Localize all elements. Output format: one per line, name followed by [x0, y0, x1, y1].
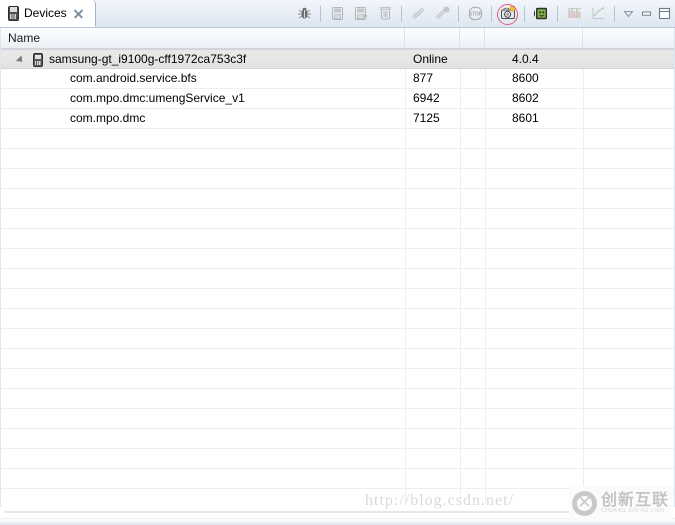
devices-view: Devices STOP Name samsung-gt_i9100g-cff1…	[0, 0, 675, 525]
table-row-empty[interactable]	[0, 289, 675, 309]
table-row-empty[interactable]	[0, 229, 675, 249]
table-row-empty[interactable]	[0, 129, 675, 149]
minimize-icon	[641, 11, 651, 16]
view-left-border	[0, 28, 1, 525]
tracer-opengl-button[interactable]	[587, 3, 609, 25]
dump-view-hierarchy-button[interactable]	[530, 3, 552, 25]
process-name: com.mpo.dmc:umengService_v1	[70, 91, 245, 105]
stop-icon: STOP	[468, 6, 482, 21]
column-header-blank1[interactable]	[460, 28, 485, 48]
cause-gc-button[interactable]	[374, 3, 396, 25]
update-threads-button[interactable]	[407, 3, 429, 25]
column-header-status[interactable]	[405, 28, 460, 48]
table-row-empty[interactable]	[0, 429, 675, 449]
toolbar-separator	[524, 5, 525, 22]
tracer-icon	[591, 7, 604, 20]
close-icon[interactable]	[73, 8, 84, 19]
view-menu-button[interactable]	[619, 3, 637, 25]
table-row-empty[interactable]	[0, 249, 675, 269]
toolbar-separator	[320, 5, 321, 22]
toolbar-separator	[491, 5, 492, 22]
heap-update-icon	[331, 7, 343, 20]
toolbar-separator	[557, 5, 558, 22]
threads-icon	[411, 7, 424, 19]
table-row-empty[interactable]	[0, 409, 675, 429]
table-row-empty[interactable]	[0, 269, 675, 289]
svg-text:STOP: STOP	[468, 12, 482, 18]
column-header-name[interactable]: Name	[0, 28, 405, 48]
method-profiling-icon	[435, 6, 449, 19]
table-row-empty[interactable]	[0, 149, 675, 169]
systrace-icon	[567, 8, 581, 18]
table-row-empty[interactable]	[0, 309, 675, 329]
process-port: 8601	[512, 111, 539, 125]
column-header-blank2[interactable]	[583, 28, 675, 48]
maximize-button[interactable]	[655, 3, 673, 25]
screen-capture-button[interactable]	[497, 3, 519, 25]
device-screen-icon	[533, 7, 547, 20]
table-row-empty[interactable]	[0, 449, 675, 469]
systrace-button[interactable]	[563, 3, 585, 25]
toolbar-separator	[614, 5, 615, 22]
phone-icon	[8, 5, 19, 21]
toolbar-separator	[401, 5, 402, 22]
process-name: com.android.service.bfs	[70, 71, 197, 85]
tab-devices[interactable]: Devices	[0, 0, 96, 27]
horizontal-scrollbar[interactable]	[4, 511, 668, 513]
expand-triangle-icon[interactable]	[15, 55, 26, 65]
view-topbar: Devices STOP	[0, 0, 675, 28]
empty-rows-container	[0, 129, 675, 504]
table-row[interactable]: com.mpo.dmc:umengService_v1 6942 8602	[0, 89, 675, 109]
debug-process-button[interactable]	[293, 3, 315, 25]
table-row-empty[interactable]	[0, 209, 675, 229]
minimize-button[interactable]	[637, 3, 655, 25]
table-row-empty[interactable]	[0, 189, 675, 209]
update-heap-button[interactable]	[326, 3, 348, 25]
highlight-ring	[497, 3, 518, 25]
bug-icon	[297, 7, 311, 19]
table-header: Name	[0, 28, 675, 49]
process-name: com.mpo.dmc	[70, 111, 146, 125]
table-row-empty[interactable]	[0, 169, 675, 189]
table-row[interactable]: com.mpo.dmc 7125 8601	[0, 109, 675, 129]
process-port: 8600	[512, 71, 539, 85]
table-row-empty[interactable]	[0, 369, 675, 389]
table-row-empty[interactable]	[0, 349, 675, 369]
table-row[interactable]: samsung-gt_i9100g-cff1972ca753c3f Online…	[0, 49, 675, 69]
maximize-icon	[658, 7, 670, 20]
toolbar-separator	[458, 5, 459, 22]
table-row-empty[interactable]	[0, 329, 675, 349]
hprof-dump-icon	[354, 7, 368, 20]
chevron-down-icon	[622, 10, 634, 18]
device-version: 4.0.4	[512, 52, 539, 66]
start-method-profiling-button[interactable]	[431, 3, 453, 25]
process-pid: 6942	[413, 91, 440, 105]
device-status: Online	[413, 52, 448, 66]
table-row[interactable]: com.android.service.bfs 877 8600	[0, 69, 675, 89]
table-row-empty[interactable]	[0, 389, 675, 409]
device-process-table[interactable]: samsung-gt_i9100g-cff1972ca753c3f Online…	[0, 49, 675, 504]
view-bottom-border	[0, 518, 675, 525]
dump-hprof-button[interactable]	[350, 3, 372, 25]
devices-toolbar: STOP	[292, 0, 673, 27]
device-name: samsung-gt_i9100g-cff1972ca753c3f	[49, 52, 247, 66]
process-pid: 877	[413, 71, 434, 85]
trash-icon	[379, 7, 391, 20]
table-row-empty[interactable]	[0, 489, 675, 504]
device-phone-icon	[33, 53, 43, 67]
tab-devices-label: Devices	[24, 6, 67, 20]
stop-process-button[interactable]: STOP	[464, 3, 486, 25]
process-pid: 7125	[413, 111, 440, 125]
column-header-version[interactable]	[485, 28, 583, 48]
table-row-empty[interactable]	[0, 469, 675, 489]
process-port: 8602	[512, 91, 539, 105]
